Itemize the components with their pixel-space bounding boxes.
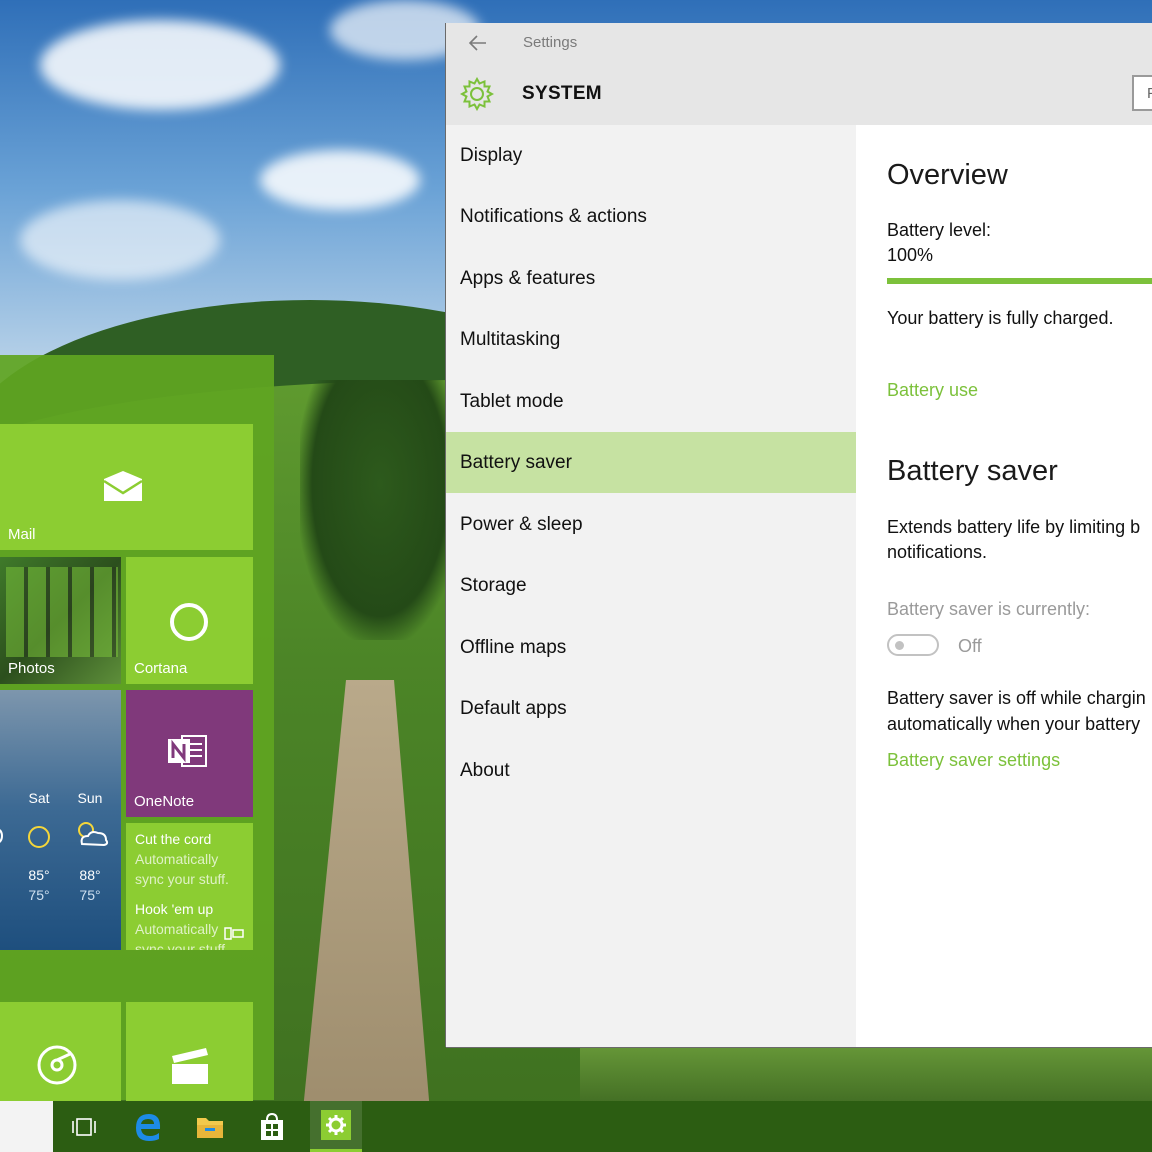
weather-low-sat: 75°	[28, 887, 50, 903]
sunny-icon	[28, 826, 50, 848]
battery-level-bar-fill	[887, 278, 1152, 284]
nav-item-power-sleep[interactable]: Power & sleep	[446, 494, 856, 555]
mail-tile-label: Mail	[8, 526, 36, 543]
taskbar	[0, 1101, 1152, 1152]
nav-item-default-apps[interactable]: Default apps	[446, 678, 856, 739]
start-menu: Mail Photos Cortana Sat Sun 85° 88° 75° …	[0, 355, 274, 1102]
find-setting-placeholder: F	[1147, 85, 1152, 102]
cortana-tile-label: Cortana	[134, 660, 188, 677]
weather-low-sun: 75°	[79, 887, 101, 903]
battery-saver-description-1: Extends battery life by limiting b	[887, 517, 1141, 537]
battery-saver-settings-link[interactable]: Battery saver settings	[887, 750, 1060, 771]
weather-high-sat: 85°	[28, 867, 50, 883]
weather-day-sat: Sat	[28, 790, 50, 806]
cut-the-cord-body-2: sync your stuff.	[135, 871, 229, 887]
title-bar: Settings	[446, 23, 1152, 63]
battery-use-link[interactable]: Battery use	[887, 380, 978, 401]
cloud-icon	[0, 829, 4, 843]
nav-item-tablet-mode[interactable]: Tablet mode	[446, 371, 856, 432]
task-view-icon	[72, 1117, 96, 1136]
toggle-knob	[895, 641, 904, 650]
cortana-tile[interactable]: Cortana	[126, 557, 253, 684]
nav-item-about[interactable]: About	[446, 740, 856, 801]
battery-saver-heading: Battery saver	[887, 455, 1058, 487]
nav-item-storage[interactable]: Storage	[446, 555, 856, 616]
nav-item-offline-maps[interactable]: Offline maps	[446, 617, 856, 678]
section-title: SYSTEM	[522, 83, 602, 104]
nav-item-apps-features[interactable]: Apps & features	[446, 248, 856, 309]
find-setting-input[interactable]: F	[1132, 75, 1152, 111]
settings-window: Settings SYSTEM F Display Notifications …	[446, 23, 1152, 1047]
photos-tile[interactable]: Photos	[0, 557, 121, 684]
toggle-state-label: Off	[958, 636, 982, 656]
gear-icon	[460, 77, 494, 111]
battery-saver-info-2: automatically when your battery	[887, 714, 1141, 734]
taskbar-search-box[interactable]	[0, 1101, 53, 1152]
hook-em-up-body-2: sync your stuff	[135, 941, 226, 950]
movies-tv-tile[interactable]	[126, 1002, 253, 1102]
battery-status-text: Your battery is fully charged.	[887, 308, 1114, 328]
cut-the-cord-title: Cut the cord	[135, 831, 212, 847]
task-view-button[interactable]	[58, 1101, 110, 1152]
store-bag-icon	[261, 1112, 283, 1140]
nav-item-notifications-actions[interactable]: Notifications & actions	[446, 186, 856, 247]
folder-icon	[197, 1117, 223, 1138]
photos-thumbnail	[6, 567, 118, 657]
nav-item-multitasking[interactable]: Multitasking	[446, 309, 856, 370]
cut-the-cord-body-1: Automatically	[135, 851, 219, 867]
window-title: Settings	[523, 34, 578, 51]
cut-the-cord-tile[interactable]: Cut the cord Automatically sync your stu…	[126, 823, 253, 950]
battery-saver-toggle[interactable]	[887, 634, 939, 656]
groove-music-icon	[37, 1045, 77, 1085]
settings-taskbar-button[interactable]	[310, 1101, 362, 1152]
onenote-tile[interactable]: OneNote	[126, 690, 253, 817]
weather-tile[interactable]: Sat Sun 85° 88° 75° 75°	[0, 690, 121, 950]
settings-header: SYSTEM F	[446, 63, 1152, 125]
hook-em-up-title: Hook 'em up	[135, 901, 214, 917]
edge-icon	[136, 1113, 161, 1141]
battery-level-label: Battery level:	[887, 220, 992, 240]
hook-em-up-body-1: Automatically	[135, 921, 219, 937]
onenote-icon	[168, 735, 207, 767]
weather-high-sun: 88°	[79, 867, 101, 883]
battery-saver-description-2: notifications.	[887, 542, 988, 562]
cortana-icon	[170, 603, 208, 641]
onenote-tile-label: OneNote	[134, 793, 195, 810]
file-explorer-button[interactable]	[184, 1101, 236, 1152]
overview-heading: Overview	[887, 159, 1008, 191]
back-arrow-icon[interactable]	[466, 31, 490, 55]
settings-nav: Display Notifications & actions Apps & f…	[446, 125, 856, 1047]
clapperboard-icon	[172, 1048, 208, 1084]
battery-saver-content: Overview Battery level: 100% Your batter…	[856, 125, 1152, 1047]
settings-gear-icon	[321, 1110, 351, 1140]
battery-level-bar	[887, 278, 1152, 284]
mail-tile[interactable]: Mail	[0, 424, 253, 550]
groove-music-tile[interactable]	[0, 1002, 121, 1102]
battery-saver-currently-label: Battery saver is currently:	[887, 599, 1091, 619]
photos-tile-label: Photos	[8, 660, 55, 677]
battery-level-value: 100%	[887, 245, 934, 265]
mail-icon	[103, 471, 143, 501]
devices-icon	[224, 927, 244, 940]
nav-item-battery-saver[interactable]: Battery saver	[446, 432, 856, 493]
battery-saver-info-1: Battery saver is off while chargin	[887, 688, 1146, 708]
partly-cloudy-icon	[78, 822, 109, 847]
store-button[interactable]	[246, 1101, 298, 1152]
edge-browser-button[interactable]	[122, 1101, 174, 1152]
weather-day-sun: Sun	[77, 790, 103, 806]
nav-item-display[interactable]: Display	[446, 125, 856, 186]
